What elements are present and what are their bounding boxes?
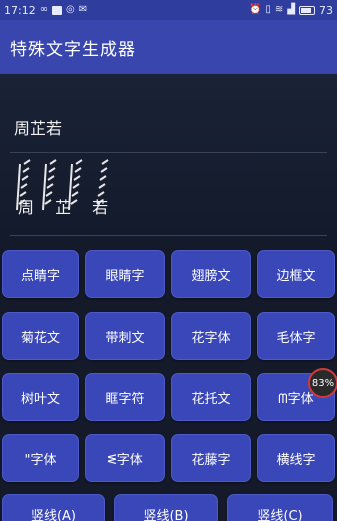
battery-level: 73 (319, 3, 333, 17)
mail-icon: ✉ (78, 4, 88, 15)
style-button-huateng[interactable]: 花藤字 (171, 434, 251, 482)
badge-value: 83% (311, 377, 335, 389)
app-bar: 特殊文字生成器 (0, 20, 337, 74)
style-button-quote-font[interactable]: "字体 (2, 434, 79, 482)
style-button-huatuo[interactable]: 花托文 (171, 373, 251, 421)
vibrate-icon: ▯ (265, 4, 271, 15)
style-button-hengxian[interactable]: 横线字 (257, 434, 335, 482)
style-button-hook-font[interactable]: ᓬ字体 (85, 434, 165, 482)
style-button-shuxian-a[interactable]: 竖线(A) (2, 494, 105, 521)
style-button-shuxian-b[interactable]: 竖线(B) (114, 494, 218, 521)
editor-panel: 周芷若 周 芷 若 (0, 74, 337, 242)
infinity-icon: ∞ (39, 4, 49, 15)
style-button-biankuang[interactable]: 边框文 (257, 250, 335, 298)
style-button-daci[interactable]: 带刺文 (85, 312, 165, 360)
status-bar: 17:12 ∞ ◎ ✉ ⏰ ▯ ≋ ▟ 73 (0, 0, 337, 20)
check-circle-icon: ◎ (66, 4, 75, 15)
style-button-chibang[interactable]: 翅膀文 (171, 250, 251, 298)
signal-icon: ▟ (287, 4, 295, 15)
style-button-yanjing[interactable]: 眼睛字 (85, 250, 165, 298)
status-bar-right: ⏰ ▯ ≋ ▟ 73 (249, 4, 333, 17)
styled-output-text: 周 芷 若 (18, 198, 117, 217)
style-button-shuxian-c[interactable]: 竖线(C) (227, 494, 333, 521)
style-button-dianjing[interactable]: 点睛字 (2, 250, 79, 298)
name-input-value: 周芷若 (14, 118, 63, 138)
wifi-icon: ≋ (274, 4, 284, 15)
style-button-shuye[interactable]: 树叶文 (2, 373, 79, 421)
status-time: 17:12 (4, 3, 36, 17)
style-button-huazi[interactable]: 花字体 (171, 312, 251, 360)
floating-percentage-badge[interactable]: 83% (308, 368, 337, 398)
alarm-icon: ⏰ (248, 4, 262, 15)
name-input[interactable]: 周芷若 (10, 101, 327, 153)
style-button-juhua[interactable]: 菊花文 (2, 312, 79, 360)
style-button-kuang[interactable]: 眶字符 (85, 373, 165, 421)
status-bar-left: 17:12 ∞ ◎ ✉ (4, 4, 87, 17)
app-title: 特殊文字生成器 (10, 39, 136, 60)
battery-icon (299, 5, 315, 15)
style-button-maoti[interactable]: 毛体字 (257, 312, 335, 360)
styled-output[interactable]: 周 芷 若 (10, 158, 327, 236)
app-notification-icon (52, 5, 63, 15)
